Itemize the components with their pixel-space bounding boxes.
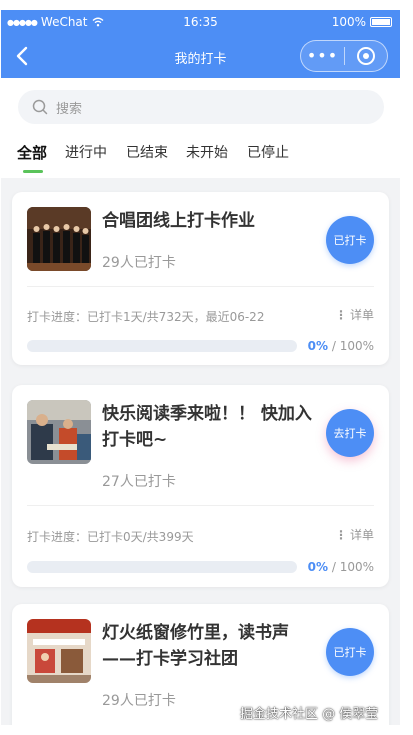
card-thumbnail [27, 207, 91, 271]
progress-current: 0% [307, 339, 328, 353]
watermark: 掘金技术社区 @ 侯翠莹 [240, 707, 379, 722]
search-bar[interactable]: 搜索 [18, 90, 384, 124]
search-placeholder: 搜索 [56, 101, 83, 117]
tab-in-progress[interactable]: 进行中 [65, 142, 107, 162]
checkin-card[interactable]: 快乐阅读季来啦！！ 快加入打卡吧~ 27人已打卡 去打卡 打卡进度：已打卡0天/… [12, 385, 389, 587]
card-divider [27, 505, 374, 506]
mini-program-capsule: ••• [300, 40, 388, 72]
card-title: 合唱团线上打卡作业 [102, 211, 255, 231]
card-divider [27, 286, 374, 287]
checkin-status-button[interactable]: 已打卡 [326, 628, 374, 676]
details-link[interactable]: ⋮ 详单 [335, 306, 374, 323]
checkin-count: 27人已打卡 [102, 474, 176, 490]
checkin-count: 29人已打卡 [102, 693, 176, 709]
phone-screen: ●●●●● WeChat 16:35 100% 我的打卡 ••• 搜索 全部 进… [1, 10, 400, 725]
checkin-card[interactable]: 合唱团线上打卡作业 29人已打卡 已打卡 打卡进度：已打卡1天/共732天，最近… [12, 192, 389, 365]
progress-text: 打卡进度：已打卡0天/共399天 [27, 530, 194, 544]
progress-current: 0% [307, 560, 328, 574]
battery-icon [370, 17, 392, 27]
search-icon [32, 99, 48, 115]
progress-separator: / [331, 560, 340, 574]
progress-separator: / [331, 339, 340, 353]
progress-bar [27, 340, 297, 352]
checkin-count: 29人已打卡 [102, 255, 176, 271]
active-tab-indicator [23, 170, 43, 173]
details-label: 详单 [349, 308, 374, 322]
tab-not-started[interactable]: 未开始 [186, 142, 228, 162]
card-title: 快乐阅读季来啦！！ 快加入打卡吧~ [102, 404, 312, 450]
card-thumbnail [27, 619, 91, 683]
card-title: 灯火纸窗修竹里，读书声——打卡学习社团 [102, 623, 289, 669]
status-bar: ●●●●● WeChat 16:35 100% [1, 10, 400, 34]
progress-percent: 0% / 100% [308, 339, 374, 353]
checkin-status-button[interactable]: 去打卡 [326, 409, 374, 457]
progress-total: 100% [339, 339, 374, 353]
progress-text: 打卡进度：已打卡1天/共732天，最近06-22 [27, 310, 265, 324]
tab-all[interactable]: 全部 [17, 142, 47, 163]
progress-percent: 0% / 100% [308, 560, 374, 574]
progress-total: 100% [339, 560, 374, 574]
card-thumbnail [27, 400, 91, 464]
details-icon: ⋮ [334, 527, 347, 542]
status-right: 100% [332, 15, 392, 29]
details-icon: ⋮ [334, 307, 347, 322]
close-miniprogram-icon[interactable] [345, 46, 387, 66]
checkin-status-button[interactable]: 已打卡 [326, 216, 374, 264]
tab-ended[interactable]: 已结束 [126, 142, 168, 162]
tab-stopped[interactable]: 已停止 [247, 142, 289, 162]
progress-bar [27, 561, 297, 573]
more-options-icon[interactable]: ••• [301, 48, 344, 64]
battery-percent: 100% [331, 15, 366, 29]
details-link[interactable]: ⋮ 详单 [335, 526, 374, 543]
details-label: 详单 [349, 528, 374, 542]
nav-bar: 我的打卡 ••• [1, 34, 400, 78]
